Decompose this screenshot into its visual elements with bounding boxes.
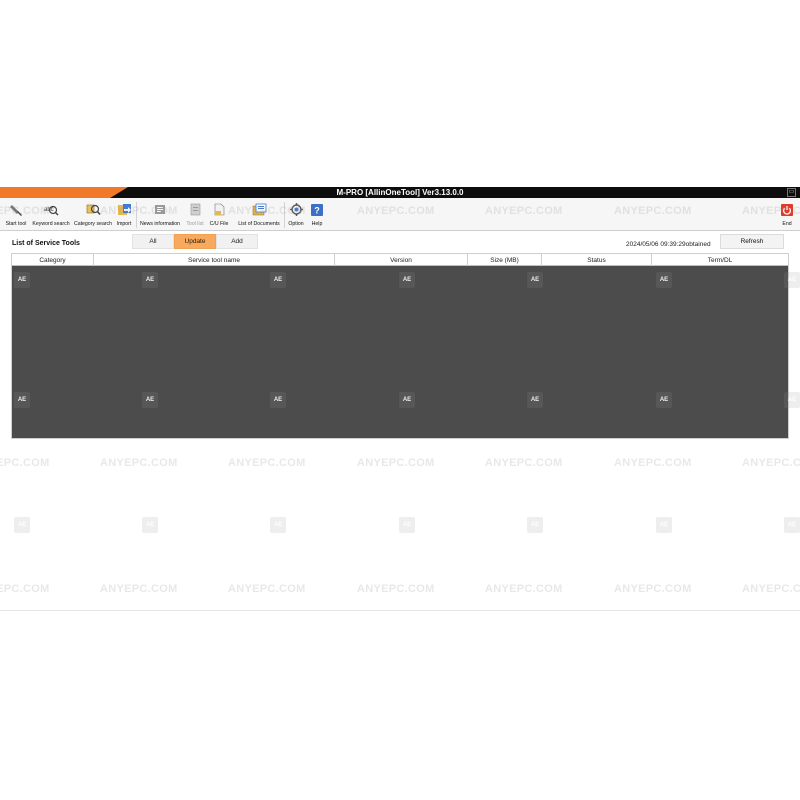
- news-information-icon: [153, 202, 168, 217]
- cu-file-button[interactable]: C/U File: [208, 200, 230, 230]
- column-header-version[interactable]: Version: [335, 254, 468, 266]
- watermark-logo: AE: [270, 517, 286, 533]
- svg-text:?: ?: [314, 205, 320, 215]
- column-header-service-tool-name[interactable]: Service tool name: [94, 254, 335, 266]
- watermark-text: ANYEPC.COM: [614, 457, 692, 469]
- column-header-category[interactable]: Category: [12, 254, 94, 266]
- watermark-logo: AE: [784, 517, 800, 533]
- help-icon: ?: [310, 202, 325, 217]
- watermark-text: ANYEPC.COM: [357, 583, 435, 595]
- watermark-logo: AE: [399, 517, 415, 533]
- watermark-text: ANYEPC.COM: [228, 457, 306, 469]
- column-header-size[interactable]: Size (MB): [468, 254, 542, 266]
- start-tool-button[interactable]: Start tool: [4, 200, 28, 230]
- power-icon: [780, 202, 795, 217]
- watermark-text: ANYEPC.COM: [0, 583, 50, 595]
- screen: M-PRO [AllinOneTool] Ver3.13.0.0 ▭ Start…: [0, 0, 800, 800]
- news-information-button[interactable]: News information: [139, 200, 181, 230]
- toolbar-separator: [136, 202, 137, 228]
- table-header: Category Service tool name Version Size …: [12, 254, 788, 266]
- section-title: List of Service Tools: [12, 240, 80, 247]
- category-search-icon: [86, 202, 101, 217]
- toolbar-separator: [284, 202, 285, 228]
- svg-text:abc: abc: [44, 207, 54, 213]
- import-button[interactable]: Import: [114, 200, 134, 230]
- watermark-logo: AE: [14, 517, 30, 533]
- column-header-status[interactable]: Status: [542, 254, 652, 266]
- watermark-text: ANYEPC.COM: [742, 583, 800, 595]
- keyword-search-icon: abc: [44, 202, 59, 217]
- title-bar: M-PRO [AllinOneTool] Ver3.13.0.0 ▭: [0, 187, 800, 198]
- window-control-button[interactable]: ▭: [787, 188, 796, 197]
- list-of-documents-button[interactable]: List of Documents: [236, 200, 282, 230]
- watermark-text: ANYEPC.COM: [742, 457, 800, 469]
- watermark-logo: AE: [142, 517, 158, 533]
- watermark-text: ANYEPC.COM: [100, 583, 178, 595]
- help-button[interactable]: ? Help: [308, 200, 326, 230]
- end-button[interactable]: End: [778, 200, 796, 230]
- toolbar: Start tool abc Keyword search Category s…: [0, 198, 800, 231]
- watermark-text: ANYEPC.COM: [357, 457, 435, 469]
- filter-all-button[interactable]: All: [132, 234, 174, 249]
- tool-list-button[interactable]: Tool list: [184, 200, 206, 230]
- watermark-text: ANYEPC.COM: [485, 583, 563, 595]
- watermark-logo: AE: [656, 517, 672, 533]
- documents-icon: [252, 202, 267, 217]
- watermark-text: ANYEPC.COM: [485, 457, 563, 469]
- start-tool-icon: [9, 202, 24, 217]
- cu-file-icon: [212, 202, 227, 217]
- watermark-text: ANYEPC.COM: [614, 583, 692, 595]
- filter-update-button[interactable]: Update: [174, 234, 216, 249]
- app-window: M-PRO [AllinOneTool] Ver3.13.0.0 ▭ Start…: [0, 187, 800, 611]
- watermark-logo: AE: [527, 517, 543, 533]
- option-button[interactable]: Option: [286, 200, 306, 230]
- window-title: M-PRO [AllinOneTool] Ver3.13.0.0: [336, 188, 464, 197]
- filter-add-button[interactable]: Add: [216, 234, 258, 249]
- watermark-text: ANYEPC.COM: [228, 583, 306, 595]
- keyword-search-button[interactable]: abc Keyword search: [32, 200, 70, 230]
- category-search-button[interactable]: Category search: [74, 200, 112, 230]
- watermark-text: ANYEPC.COM: [100, 457, 178, 469]
- refresh-button[interactable]: Refresh: [720, 234, 784, 249]
- obtained-timestamp: 2024/05/06 09:39:29obtained: [626, 241, 711, 248]
- column-header-term-dl[interactable]: Term/DL: [652, 254, 788, 266]
- watermark-text: ANYEPC.COM: [0, 457, 50, 469]
- tool-list-icon: [188, 202, 203, 217]
- option-icon: [289, 202, 304, 217]
- service-tools-table[interactable]: Category Service tool name Version Size …: [11, 253, 789, 439]
- import-icon: [117, 202, 132, 217]
